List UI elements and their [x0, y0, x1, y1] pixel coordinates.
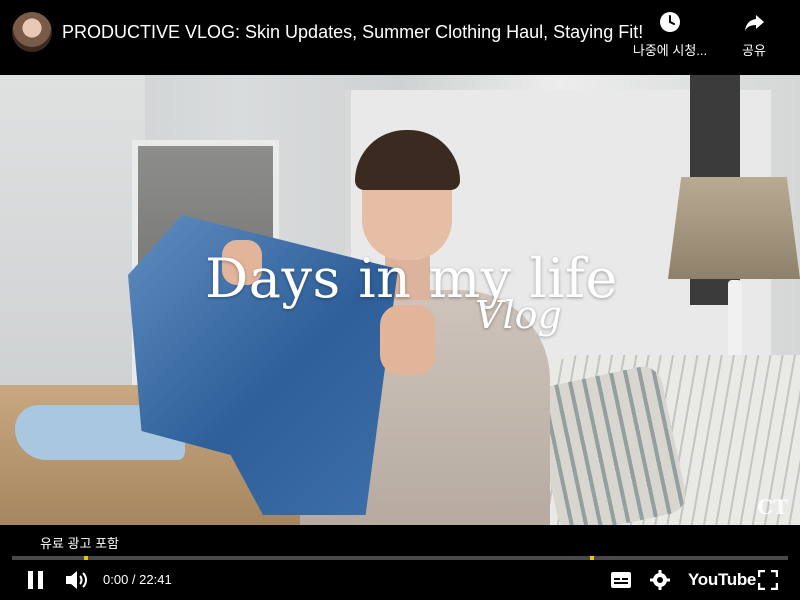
volume-icon [66, 571, 87, 589]
channel-avatar[interactable] [12, 12, 52, 52]
subtitles-button[interactable] [610, 571, 632, 594]
volume-button[interactable] [64, 569, 90, 596]
fullscreen-icon [757, 569, 779, 591]
settings-gear-icon [650, 570, 670, 590]
settings-button[interactable] [650, 570, 670, 595]
share-button[interactable]: 공유 [714, 10, 794, 59]
player-controls: 유료 광고 포함 0:00 / 22:41 YouTube [0, 525, 800, 600]
person-hand-right [380, 305, 435, 375]
pause-button[interactable] [26, 569, 46, 596]
video-title[interactable]: PRODUCTIVE VLOG: Skin Updates, Summer Cl… [62, 22, 643, 43]
video-frame[interactable]: Days in my life Vlog CT [0, 75, 800, 525]
lamp-shade [668, 177, 800, 279]
progress-bar[interactable] [12, 556, 788, 560]
fullscreen-button[interactable] [757, 569, 779, 595]
subtitles-icon [611, 572, 631, 588]
share-arrow-icon [745, 15, 764, 31]
video-overlay-subtitle: Vlog [475, 293, 562, 337]
paid-promotion-label[interactable]: 유료 광고 포함 [40, 533, 119, 552]
time-display: 0:00 / 22:41 [103, 572, 172, 587]
watch-later-label: 나중에 시청... [632, 43, 708, 58]
watch-later-button[interactable]: 나중에 시청... [630, 10, 710, 59]
ad-marker [84, 556, 88, 560]
share-label: 공유 [742, 43, 766, 58]
channel-watermark[interactable]: CT [757, 495, 788, 519]
video-header: PRODUCTIVE VLOG: Skin Updates, Summer Cl… [0, 0, 800, 75]
youtube-logo[interactable]: YouTube [688, 570, 756, 590]
ad-marker [590, 556, 594, 560]
pause-icon [28, 571, 43, 589]
clock-icon [660, 12, 680, 32]
